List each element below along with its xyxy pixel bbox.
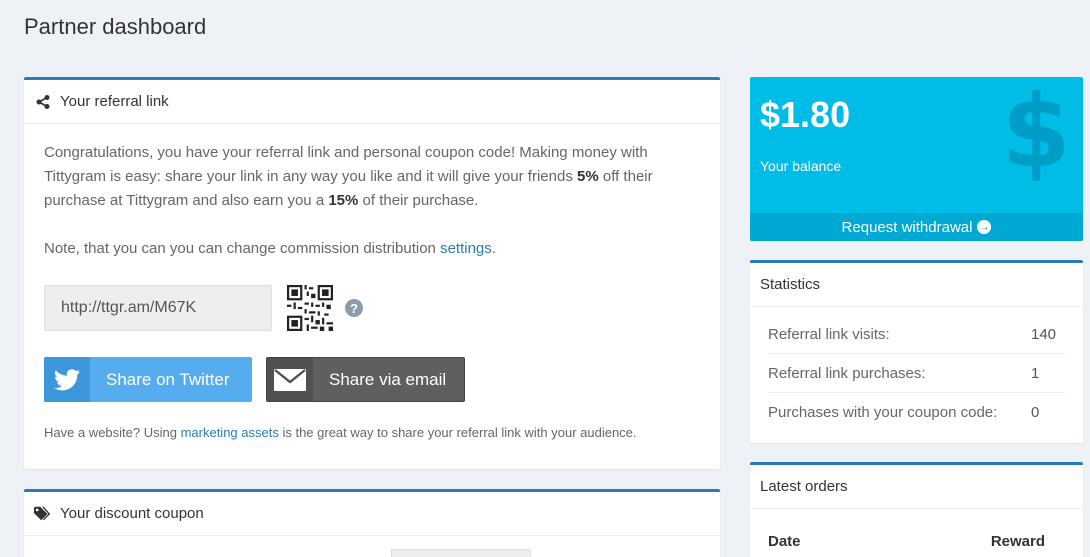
referral-card-header: Your referral link: [24, 80, 720, 124]
stat-label: Referral link visits:: [768, 325, 890, 343]
coupon-code-field[interactable]: [391, 549, 531, 557]
balance-label: Your balance: [760, 158, 842, 174]
referral-intro: Congratulations, you have your referral …: [44, 144, 653, 209]
balance-card: $ $1.80 Your balance Request withdrawal …: [750, 77, 1083, 241]
request-withdrawal-button[interactable]: Request withdrawal →: [750, 213, 1083, 241]
marketing-assets-link[interactable]: marketing assets: [181, 425, 279, 440]
statistics-header: Statistics: [750, 263, 1083, 307]
request-withdrawal-label: Request withdrawal: [841, 218, 973, 236]
envelope-icon: [267, 358, 313, 401]
referral-link-card: Your referral link Congratulations, you …: [24, 77, 720, 469]
stat-value: 140: [1031, 325, 1057, 343]
stat-row: Referral link purchases: 1: [768, 354, 1065, 393]
help-icon[interactable]: ?: [345, 299, 363, 317]
column-date: Date: [768, 533, 801, 550]
share-twitter-button[interactable]: Share on Twitter: [44, 357, 252, 402]
stat-row: Referral link visits: 140: [768, 315, 1065, 354]
friend-discount: 5%: [577, 168, 599, 185]
column-reward: Reward: [990, 533, 1045, 550]
stat-label: Purchases with your coupon code:: [768, 404, 998, 421]
qr-code-icon[interactable]: [287, 285, 333, 331]
stat-row: Purchases with your coupon code: 0: [768, 393, 1065, 432]
share-twitter-label: Share on Twitter: [106, 369, 230, 389]
statistics-card: Statistics Referral link visits: 140 Ref…: [750, 260, 1083, 443]
marketing-note: Have a website? Using marketing assets i…: [44, 425, 637, 440]
settings-link[interactable]: settings: [440, 240, 492, 257]
share-icon: [34, 93, 52, 111]
dollar-icon: $: [1001, 77, 1071, 190]
orders-table-header: Date Reward: [750, 509, 1083, 550]
stat-value: 1: [1031, 364, 1040, 382]
stat-value: 0: [1031, 404, 1040, 421]
coupon-card-header: Your discount coupon: [24, 492, 720, 536]
latest-orders-card: Latest orders Date Reward: [750, 462, 1083, 557]
stat-label: Referral link purchases:: [768, 364, 926, 382]
share-email-button[interactable]: Share via email: [266, 357, 465, 402]
commission-note: Note, that you can you can change commis…: [44, 240, 496, 257]
commission-rate: 15%: [328, 192, 359, 209]
latest-orders-header: Latest orders: [750, 465, 1083, 509]
balance-amount: $1.80: [760, 94, 851, 135]
arrow-circle-right-icon: →: [977, 220, 992, 234]
twitter-icon: [44, 357, 90, 402]
referral-card-title: Your referral link: [60, 93, 169, 110]
share-email-label: Share via email: [329, 369, 447, 389]
statistics-list: Referral link visits: 140 Referral link …: [750, 307, 1083, 432]
latest-orders-title: Latest orders: [760, 478, 848, 495]
discount-coupon-card: Your discount coupon: [24, 489, 720, 557]
coupon-card-title: Your discount coupon: [60, 505, 204, 522]
referral-link-input[interactable]: [44, 285, 272, 331]
page-title: Partner dashboard: [24, 14, 207, 39]
tags-icon: [34, 505, 52, 523]
statistics-title: Statistics: [760, 276, 821, 293]
